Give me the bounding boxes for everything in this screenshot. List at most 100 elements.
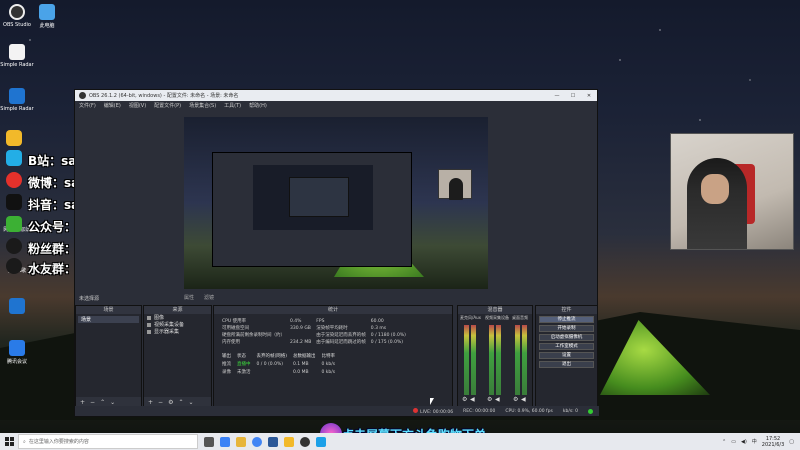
edge-icon[interactable]: [220, 436, 230, 447]
controls-dock: 控件 停止推流 开始录制 启动虚拟摄像机 工作室模式 设置 退出: [535, 305, 598, 408]
obs-docks: 场景 场景 + − ⌃ ⌄ 来源 图像 视频采集设备 显示器采集 + − ⚙ ⌃…: [75, 305, 599, 410]
obs-status-bar: LIVE: 00:00:06 REC: 00:00:00 CPU: 0.9%, …: [75, 406, 599, 416]
menu-tools[interactable]: 工具(T): [224, 102, 241, 109]
volume-meter: [489, 325, 494, 395]
volume-meter: [522, 325, 527, 395]
menu-file[interactable]: 文件(F): [79, 102, 96, 109]
minimize-button[interactable]: —: [549, 93, 565, 99]
qq-icon: [6, 238, 22, 254]
task-view-icon[interactable]: [204, 436, 214, 447]
table-row: 推流 直播中 0 / 0 (0.0%) 0.1 MB 0 kb/s: [222, 361, 336, 368]
bilibili-icon: [6, 150, 22, 166]
add-scene-button[interactable]: +: [80, 399, 85, 406]
scene-item[interactable]: 场景: [78, 316, 139, 323]
desktop-icon-zip[interactable]: [0, 298, 34, 316]
cpu-status: CPU: 0.9%, 60.00 fps: [505, 408, 553, 414]
move-up-button[interactable]: ⌃: [100, 399, 105, 406]
menu-scene-collection[interactable]: 场景集合(S): [189, 102, 216, 109]
speaker-icon[interactable]: ◀: [495, 396, 500, 403]
start-button[interactable]: [0, 437, 18, 446]
taskbar: ⌕ 在这里输入你要搜索的内容 ⌃ ▭ ◀) 中 17:52 2021/6/3 ▢: [0, 433, 800, 450]
obs-preview[interactable]: [184, 117, 488, 289]
obs-window[interactable]: OBS 26.1.2 (64-bit, windows) - 配置文件: 未命名…: [74, 89, 599, 417]
close-button[interactable]: ✕: [581, 93, 597, 99]
tray-chevron-icon[interactable]: ⌃: [722, 439, 726, 445]
settings-gear-icon[interactable]: ⚙: [513, 396, 518, 403]
exit-button[interactable]: 退出: [539, 361, 594, 368]
output-table: 输出 状态 丢弃的帧(网络) 总数据输出 比特率 推流 直播中 0 / 0 (0.0%…: [222, 353, 341, 377]
move-up-button[interactable]: ⌃: [178, 399, 183, 406]
douyin-icon: [6, 194, 22, 210]
settings-gear-icon[interactable]: ⚙: [487, 396, 492, 403]
maximize-button[interactable]: ☐: [565, 93, 581, 99]
start-recording-button[interactable]: 开始录制: [539, 325, 594, 332]
live-dot-icon: [413, 407, 419, 413]
source-item[interactable]: 图像: [144, 314, 211, 321]
remove-scene-button[interactable]: −: [90, 399, 95, 406]
filters-button[interactable]: 滤镜: [204, 294, 214, 301]
clock[interactable]: 17:52 2021/6/3: [762, 436, 784, 448]
meeting-icon: [9, 340, 25, 356]
speaker-icon[interactable]: ◀: [521, 396, 526, 403]
network-icon[interactable]: ▭: [731, 439, 736, 445]
source-item[interactable]: 视频采集设备: [144, 321, 211, 328]
desktop-icon-tencent-meeting[interactable]: 腾讯会议: [0, 340, 34, 365]
volume-meter: [496, 325, 501, 395]
volume-meter: [471, 325, 476, 395]
no-source-selected: 未选择源: [79, 296, 100, 302]
monitor-source-icon: [147, 329, 151, 334]
preview-webcam: [438, 169, 472, 200]
controls-title: 控件: [536, 306, 597, 314]
weibo-icon: [6, 172, 22, 188]
obs-menubar: 文件(F) 编辑(E) 视图(V) 配置文件(P) 场景集合(S) 工具(T) …: [75, 101, 597, 110]
qq-icon: [6, 258, 22, 274]
volume-icon[interactable]: ◀): [741, 439, 747, 445]
obs-icon[interactable]: [300, 436, 310, 447]
camera-source-icon: [147, 322, 151, 327]
stop-streaming-button[interactable]: 停止推流: [539, 316, 594, 323]
word-icon[interactable]: [268, 436, 278, 447]
wechat-icon: [6, 216, 22, 232]
move-down-button[interactable]: ⌄: [188, 399, 193, 406]
sources-title: 来源: [144, 306, 211, 314]
image-source-icon: [147, 315, 151, 320]
folder-icon[interactable]: [236, 436, 246, 447]
scenes-dock: 场景 场景 + − ⌃ ⌄: [75, 305, 142, 408]
app-icon[interactable]: [284, 436, 294, 447]
remove-source-button[interactable]: −: [158, 399, 163, 406]
search-icon: ⌕: [23, 438, 26, 445]
input-language[interactable]: 中: [752, 438, 757, 445]
menu-help[interactable]: 帮助(H): [249, 102, 267, 109]
settings-button[interactable]: 设置: [539, 352, 594, 359]
volume-meter: [515, 325, 520, 395]
virtual-camera-button[interactable]: 启动虚拟摄像机: [539, 334, 594, 341]
computer-icon: [39, 4, 55, 20]
stats-dock: 统计 CPU 使用率 0.4% FPS 60.00 可用磁盘空间 330.9 GB 渲…: [213, 305, 586, 408]
speaker-icon[interactable]: ◀: [470, 396, 475, 403]
menu-profile[interactable]: 配置文件(P): [154, 102, 181, 109]
stats-table: CPU 使用率 0.4% FPS 60.00 可用磁盘空间 330.9 GB 渲染帧平…: [222, 318, 406, 346]
desktop-icon-this-pc[interactable]: 此电脑: [30, 4, 64, 29]
add-source-button[interactable]: +: [148, 399, 153, 406]
notification-icon[interactable]: ▢: [789, 439, 794, 445]
settings-gear-icon[interactable]: ⚙: [462, 396, 467, 403]
desktop-icon-obs[interactable]: OBS Studio: [0, 4, 34, 28]
app-icon[interactable]: [316, 436, 326, 447]
desktop-icon-simple-radar-2[interactable]: Simple Radar: [0, 88, 34, 112]
search-placeholder: 在这里输入你要搜索的内容: [28, 439, 89, 445]
properties-button[interactable]: 属性: [184, 294, 194, 301]
obs-logo-icon: [79, 92, 86, 99]
move-down-button[interactable]: ⌄: [110, 399, 115, 406]
menu-view[interactable]: 视图(V): [129, 102, 146, 109]
menu-edit[interactable]: 编辑(E): [104, 102, 121, 109]
taskbar-search[interactable]: ⌕ 在这里输入你要搜索的内容: [18, 434, 198, 449]
obs-icon: [9, 4, 25, 20]
source-item[interactable]: 显示器采集: [144, 328, 211, 335]
studio-mode-button[interactable]: 工作室模式: [539, 343, 594, 350]
desktop-icon-simple-radar-1[interactable]: Simple Radar: [0, 44, 34, 68]
source-settings-icon[interactable]: ⚙: [168, 399, 173, 406]
mixer-dock: 混音器 麦克风/Aux 视频采集设备 桌面音频 ⚙ ◀ ⚙ ◀ ⚙ ◀: [457, 305, 533, 408]
chrome-icon[interactable]: [252, 436, 262, 447]
obs-titlebar[interactable]: OBS 26.1.2 (64-bit, windows) - 配置文件: 未命名…: [75, 90, 597, 101]
bilibili-tv-icon: [6, 130, 22, 146]
